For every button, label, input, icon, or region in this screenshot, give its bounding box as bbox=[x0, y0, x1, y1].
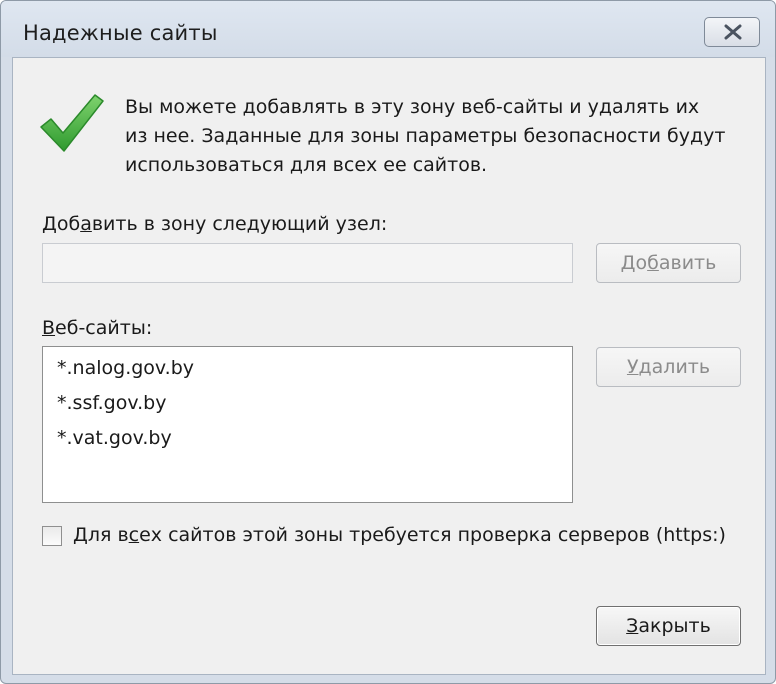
window-close-button[interactable] bbox=[704, 17, 760, 47]
https-checkbox-label[interactable]: Для всех сайтов этой зоны требуется пров… bbox=[73, 524, 726, 546]
description-line: использоваться для всех ее сайтов. bbox=[125, 154, 488, 176]
title-bar[interactable]: Надежные сайты bbox=[1, 1, 775, 57]
websites-label: Веб-сайты: bbox=[42, 317, 153, 339]
green-checkmark-icon bbox=[39, 93, 105, 159]
window-title: Надежные сайты bbox=[23, 21, 218, 45]
add-site-label: Добавить в зону следующий узел: bbox=[42, 213, 388, 235]
list-item[interactable]: *.nalog.gov.by bbox=[57, 351, 558, 386]
websites-list[interactable]: *.nalog.gov.by *.ssf.gov.by *.vat.gov.by bbox=[42, 346, 573, 503]
close-button[interactable]: Закрыть bbox=[596, 606, 741, 646]
trusted-sites-dialog: Надежные сайты Вы можете добавлять в эту… bbox=[0, 0, 776, 684]
https-checkbox[interactable] bbox=[42, 526, 62, 546]
description-line: из нее. Заданные для зоны параметры безо… bbox=[125, 125, 726, 147]
add-site-input[interactable] bbox=[42, 243, 573, 283]
list-item[interactable]: *.ssf.gov.by bbox=[57, 386, 558, 421]
remove-button[interactable]: Удалить bbox=[596, 347, 741, 387]
add-button[interactable]: Добавить bbox=[596, 243, 741, 283]
zone-description: Вы можете добавлять в эту зону веб-сайты… bbox=[125, 93, 745, 180]
description-line: Вы можете добавлять в эту зону веб-сайты… bbox=[125, 96, 700, 118]
dialog-body: Вы можете добавлять в эту зону веб-сайты… bbox=[12, 57, 766, 675]
list-item[interactable]: *.vat.gov.by bbox=[57, 421, 558, 456]
